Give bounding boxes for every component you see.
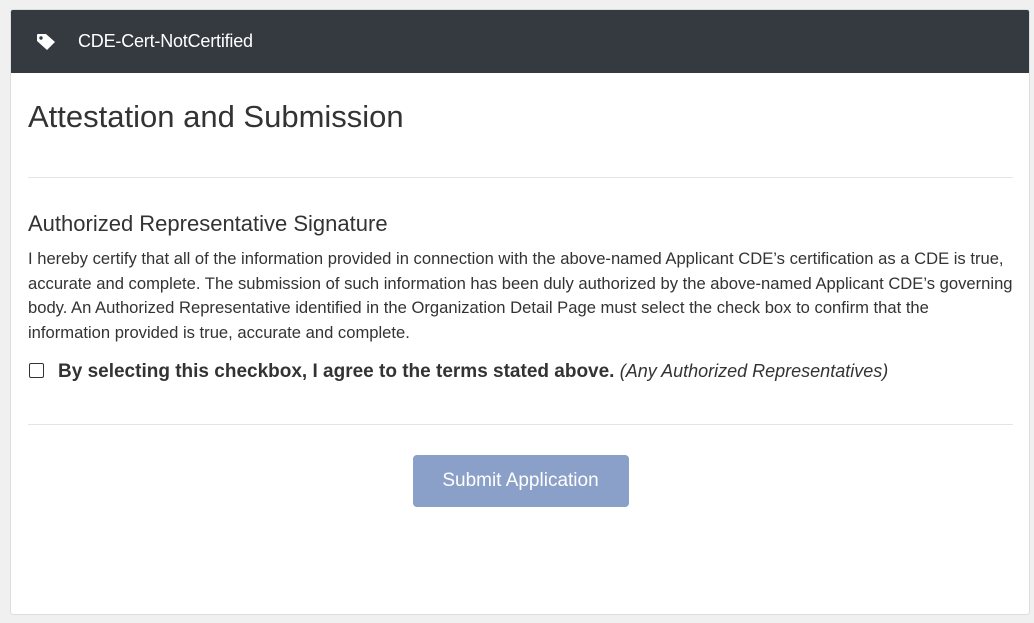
section-title: Authorized Representative Signature	[28, 211, 388, 236]
agreement-label: By selecting this checkbox, I agree to t…	[58, 361, 615, 382]
submit-application-button[interactable]: Submit Application	[412, 455, 629, 507]
submit-wrap: Submit Application	[28, 455, 1013, 507]
divider-bottom	[28, 424, 1013, 425]
panel-header: CDE-Cert-NotCertified	[11, 10, 1029, 73]
header-title: CDE-Cert-NotCertified	[78, 31, 253, 51]
certification-text: I hereby certify that all of the informa…	[28, 249, 1013, 342]
panel-body: Attestation and Submission Authorized Re…	[11, 73, 1029, 507]
page-title: Attestation and Submission	[28, 99, 404, 134]
agreement-checkbox[interactable]	[29, 363, 44, 378]
agreement-row: By selecting this checkbox, I agree to t…	[28, 358, 1013, 385]
attestation-panel: CDE-Cert-NotCertified Attestation and Su…	[10, 9, 1030, 615]
tag-icon	[35, 33, 57, 51]
agreement-note: (Any Authorized Representatives)	[619, 361, 889, 381]
